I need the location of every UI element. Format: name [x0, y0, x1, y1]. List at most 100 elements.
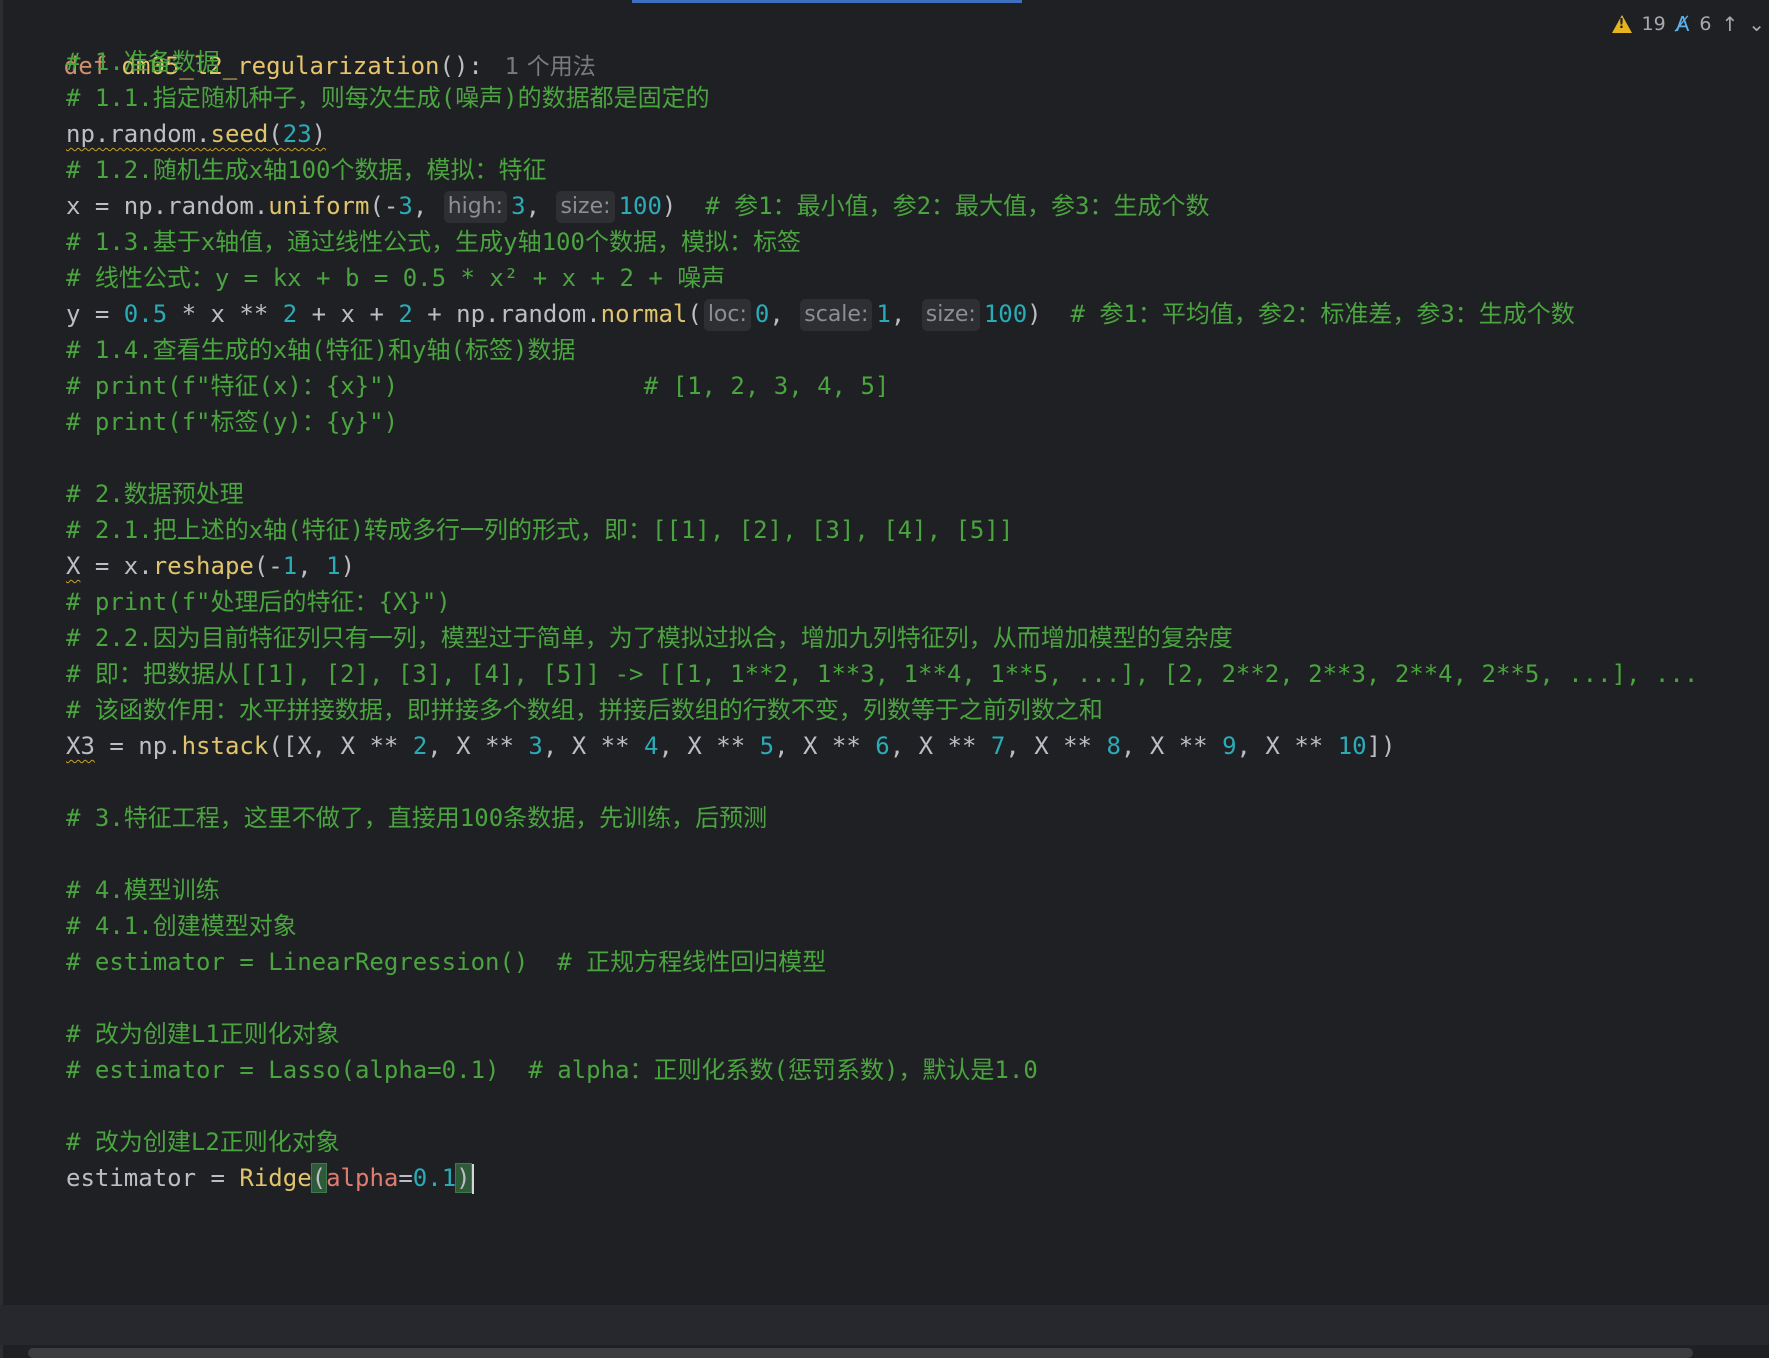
number: 0.1 [412, 1164, 457, 1192]
number: 2 [412, 732, 428, 760]
code-line[interactable]: X3 = np.hstack([X, X ** 2, X ** 3, X ** … [66, 726, 1396, 766]
number: 2 [282, 300, 298, 328]
keyword-argument: alpha [326, 1164, 399, 1192]
comment-line[interactable]: # 该函数作用：水平拼接数据，即拼接多个数组，拼接后数组的行数不变，列数等于之前… [66, 690, 1103, 730]
function-call: normal [600, 300, 688, 328]
code-line[interactable]: def dm05_l2_regularization(): 1 个用法 [6, 6, 596, 80]
parameter-hint: scale: [800, 299, 873, 331]
comment-line[interactable]: # 2.1.把上述的x轴(特征)转成多行一列的形式，即：[[1], [2], [… [66, 510, 1013, 550]
code-text: (- [369, 192, 399, 220]
number: 0 [754, 300, 770, 328]
number: 23 [282, 120, 312, 148]
inline-comment: # 参1：平均值，参2：标准差，参3：生成个数 [1041, 300, 1575, 328]
code-line[interactable]: estimator = Ridge(alpha=0.1) [66, 1158, 474, 1198]
code-text: , [297, 552, 327, 580]
code-line[interactable]: x = np.random.uniform(-3, high: 3, size: 1… [66, 186, 1210, 226]
comment-line[interactable]: # 改为创建L1正则化对象 [66, 1014, 340, 1054]
comment-line[interactable]: # 2.数据预处理 [66, 474, 244, 514]
top-scroll-indicator [632, 0, 1022, 3]
code-line[interactable]: np.random.seed(23) [66, 114, 326, 154]
function-call: reshape [152, 552, 254, 580]
function-call: uniform [268, 192, 370, 220]
code-text: , [412, 192, 442, 220]
code-text: , [890, 300, 920, 328]
editor-gutter-edge [0, 0, 3, 1358]
comment-line[interactable]: # 3.特征工程，这里不做了，直接用100条数据，先训练，后预测 [66, 798, 767, 838]
code-text: * x ** [167, 300, 283, 328]
comment-line[interactable]: # 即：把数据从[[1], [2], [3], [4], [5]] -> [[1… [66, 654, 1698, 694]
comment-line[interactable]: # print(f"特征(x)：{x}") # [1, 2, 3, 4, 5] [66, 366, 889, 406]
code-text: ]) [1366, 732, 1396, 760]
code-text: ) [340, 552, 356, 580]
comment-line[interactable]: # 1.4.查看生成的x轴(特征)和y轴(标签)数据 [66, 330, 575, 370]
code-text: , X ** [1236, 732, 1338, 760]
code-text: , [769, 300, 799, 328]
usages-hint[interactable]: 1 个用法 [505, 54, 596, 80]
arrow-up-icon[interactable]: ↑ [1721, 12, 1738, 36]
code-line[interactable]: y = 0.5 * x ** 2 + x + 2 + np.random.nor… [66, 294, 1575, 334]
typo-count[interactable]: 6 [1699, 13, 1711, 35]
code-text: = [398, 1164, 413, 1192]
horizontal-scrollbar[interactable] [28, 1348, 1693, 1358]
code-text: , [525, 192, 555, 220]
comment-line[interactable]: # 2.2.因为目前特征列只有一列，模型过于简单，为了模拟过拟合，增加九列特征列… [66, 618, 1233, 658]
comment-line[interactable]: # estimator = Lasso(alpha=0.1) # alpha：正… [66, 1050, 1038, 1090]
code-line[interactable]: X = x.reshape(-1, 1) [66, 546, 355, 586]
number: 8 [1106, 732, 1121, 760]
comment-line[interactable]: # 改为创建L2正则化对象 [66, 1122, 340, 1162]
parameter-hint: size: [921, 299, 980, 331]
code-text: ( [687, 300, 702, 328]
code-text: , X ** [427, 732, 529, 760]
comment-line[interactable]: # print(f"标签(y)：{y}") [66, 402, 398, 442]
warning-icon [1611, 15, 1632, 33]
comment-line[interactable]: # estimator = LinearRegression() # 正规方程线… [66, 942, 826, 982]
signature: (): [439, 52, 483, 80]
code-text: , X ** [774, 732, 876, 760]
warning-count[interactable]: 19 [1642, 13, 1666, 35]
code-text: = x. [80, 552, 153, 580]
code-text: = np. [94, 732, 182, 760]
number: 1 [326, 552, 341, 580]
code-text: , X ** [542, 732, 645, 760]
comment-line[interactable]: # 1.准备数据 [66, 42, 220, 82]
number: 5 [759, 732, 775, 760]
current-line-highlight [0, 1305, 1769, 1345]
code-text: (- [253, 552, 283, 580]
code-text: ) [311, 120, 327, 148]
number: 100 [618, 192, 662, 220]
code-text: ) [1027, 300, 1042, 328]
code-text: x = np.random. [66, 192, 269, 220]
code-editor[interactable]: 19 A̸ 6 ↑ ⌄ def dm05_l2_regularization()… [0, 0, 1769, 1358]
variable: X3 [66, 732, 95, 760]
comment-line[interactable]: # 4.模型训练 [66, 870, 220, 910]
number: 3 [398, 192, 413, 220]
code-text: , X ** [1120, 732, 1223, 760]
matched-bracket: ( [310, 1163, 328, 1193]
number: 3 [511, 192, 526, 220]
chevron-down-icon[interactable]: ⌄ [1748, 12, 1765, 36]
number: 2 [398, 300, 413, 328]
code-text: estimator = [66, 1164, 240, 1192]
comment-line[interactable]: # 4.1.创建模型对象 [66, 906, 297, 946]
comment-line[interactable]: # 1.2.随机生成x轴100个数据，模拟：特征 [66, 150, 547, 190]
number: 10 [1337, 732, 1367, 760]
comment-line[interactable]: # print(f"处理后的特征：{X}") [66, 582, 451, 622]
comment-line[interactable]: # 线性公式：y = kx + b = 0.5 * x² + x + 2 + 噪… [66, 258, 725, 298]
inline-comment: # 参1：最小值，参2：最大值，参3：生成个数 [676, 192, 1210, 220]
code-text: , X ** [889, 732, 991, 760]
number: 100 [983, 300, 1028, 328]
code-text: , X ** [658, 732, 760, 760]
variable: X [66, 552, 81, 580]
comment-line[interactable]: # 1.3.基于x轴值，通过线性公式，生成y轴100个数据，模拟：标签 [66, 222, 801, 262]
inspection-widget[interactable]: 19 A̸ 6 ↑ ⌄ [1611, 10, 1765, 38]
code-text: ( [268, 120, 283, 148]
number: 9 [1222, 732, 1237, 760]
typo-icon: A̸ [1675, 12, 1690, 36]
parameter-hint: loc: [703, 299, 751, 331]
parameter-hint: high: [443, 191, 508, 223]
code-text: ) [661, 192, 677, 220]
function-call: hstack [181, 732, 269, 760]
comment-line[interactable]: # 1.1.指定随机种子，则每次生成(噪声)的数据都是固定的 [66, 78, 710, 118]
number: 1 [282, 552, 298, 580]
matched-bracket: ) [455, 1163, 472, 1193]
